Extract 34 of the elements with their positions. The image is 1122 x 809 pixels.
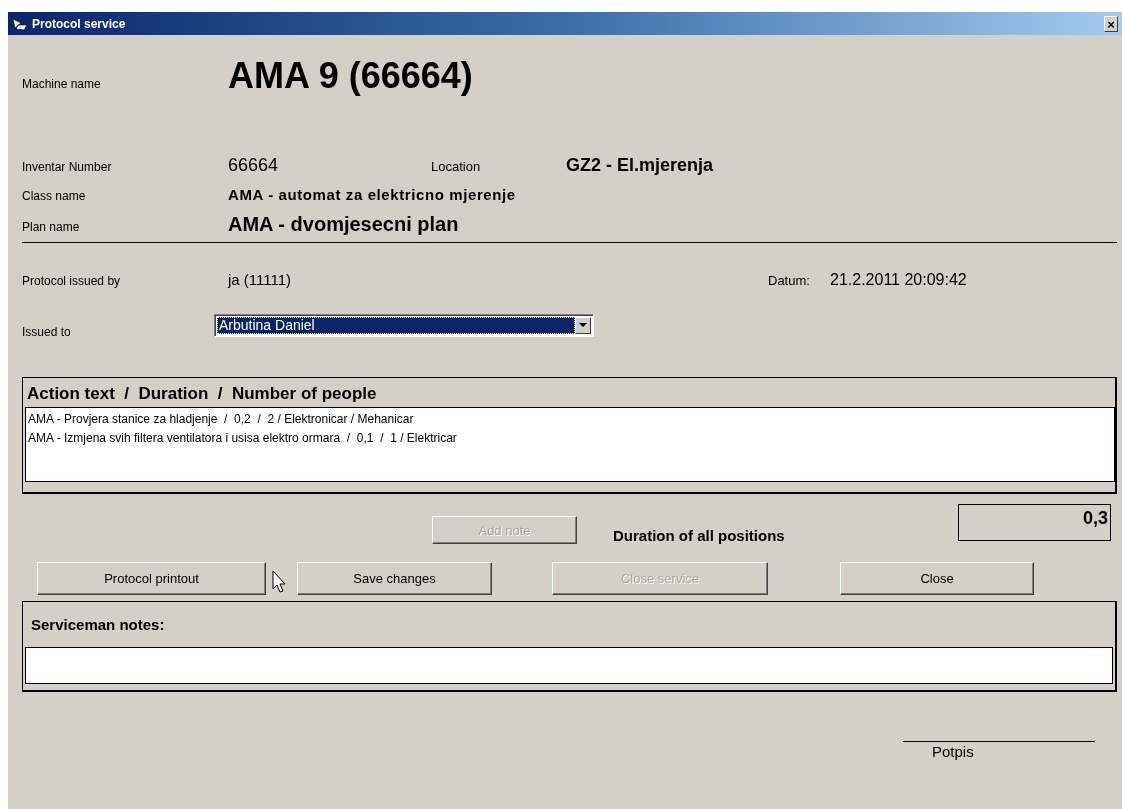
issued-to-dropdown[interactable]: Arbutina Daniel <box>214 313 594 337</box>
field-label: Location <box>431 159 482 174</box>
field-label: Issued to <box>22 324 72 339</box>
cursor-icon <box>272 570 288 594</box>
field-value: AMA - automat za elektricno mjerenje <box>228 186 516 203</box>
duration-label: Duration of all positions <box>613 527 786 544</box>
field-value: ja (11111) <box>228 271 293 288</box>
field-value: 21.2.2011 20:09:42 <box>830 271 967 289</box>
close-button[interactable]: × <box>1104 15 1118 32</box>
dropdown-button[interactable] <box>575 316 591 334</box>
selected-option: Arbutina Daniel <box>217 316 575 334</box>
field-label: Inventar Number <box>22 160 113 174</box>
list-item[interactable]: AMA - Izmjena svih filtera ventilatora i usisa elektro ormara / 0,1 / 1 / Elektricar <box>28 429 1112 448</box>
duration-total-field: 0,3 <box>958 504 1111 541</box>
field-value: AMA - dvomjesecni plan <box>228 213 459 236</box>
field-label: Protocol issued by <box>22 274 122 288</box>
field-label: Class name <box>22 189 87 203</box>
field-label: Datum: <box>768 273 811 288</box>
dialog-button[interactable]: Protocol printout <box>37 562 266 595</box>
machine-name: AMA 9 (66664) <box>228 55 473 97</box>
signature-label: Potpis <box>903 741 1095 760</box>
caret-icon <box>579 322 587 328</box>
notes-label: Serviceman notes: <box>30 616 166 633</box>
panel-header: Action text / Duration / Number of people <box>26 383 378 405</box>
window-title: Protocol service <box>32 16 126 31</box>
notes-field[interactable] <box>25 647 1113 684</box>
app-icon <box>12 16 28 31</box>
field-label: Plan name <box>22 220 81 234</box>
field-label: Machine name <box>22 77 102 91</box>
dialog-button[interactable]: Save changes <box>297 562 492 595</box>
list-item[interactable]: AMA - Provjera stanice za hladjenje / 0,2 / 2 / Elektronicar / Mehanicar <box>28 410 1112 429</box>
dialog-button[interactable]: Close <box>840 562 1034 595</box>
field-value: 66664 <box>228 155 280 176</box>
field-value: GZ2 - El.mjerenja <box>566 155 714 176</box>
